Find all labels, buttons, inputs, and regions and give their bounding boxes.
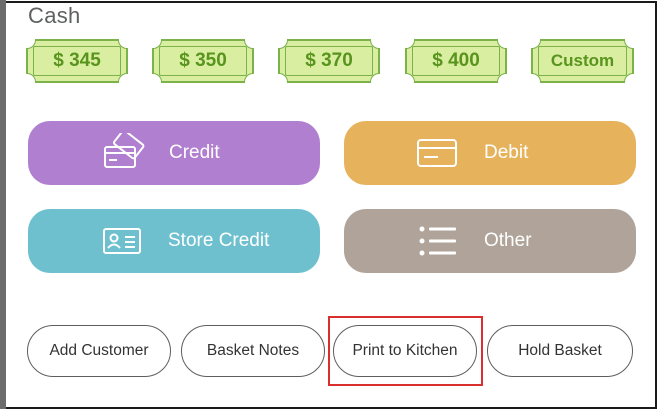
debit-button[interactable]: Debit — [344, 121, 636, 185]
list-icon — [418, 225, 458, 257]
other-button[interactable]: Other — [344, 209, 636, 273]
id-card-icon — [102, 227, 142, 255]
cash-345-label: $ 345 — [50, 50, 104, 72]
cash-section-title: Cash — [28, 3, 81, 28]
left-edge-bar — [0, 0, 6, 409]
other-label: Other — [484, 230, 532, 251]
basket-notes-button[interactable]: Basket Notes — [181, 325, 325, 377]
store-credit-button[interactable]: Store Credit — [28, 209, 320, 273]
cash-400-label: $ 400 — [429, 50, 483, 72]
cash-400-button[interactable]: $ 400 — [405, 39, 507, 83]
credit-button[interactable]: Credit — [28, 121, 320, 185]
selection-highlight — [328, 316, 483, 386]
cash-350-label: $ 350 — [176, 50, 230, 72]
credit-label: Credit — [169, 142, 220, 163]
cash-345-button[interactable]: $ 345 — [26, 39, 128, 83]
cash-350-button[interactable]: $ 350 — [152, 39, 254, 83]
debit-card-icon — [416, 138, 458, 168]
add-customer-button[interactable]: Add Customer — [27, 325, 171, 377]
hold-basket-button[interactable]: Hold Basket — [487, 325, 633, 377]
cash-custom-button[interactable]: Custom — [531, 39, 634, 83]
cash-370-button[interactable]: $ 370 — [278, 39, 380, 83]
debit-label: Debit — [484, 142, 529, 163]
cash-custom-label: Custom — [547, 51, 618, 71]
credit-card-icon — [102, 133, 146, 173]
store-credit-label: Store Credit — [168, 230, 270, 251]
cash-370-label: $ 370 — [302, 50, 356, 72]
